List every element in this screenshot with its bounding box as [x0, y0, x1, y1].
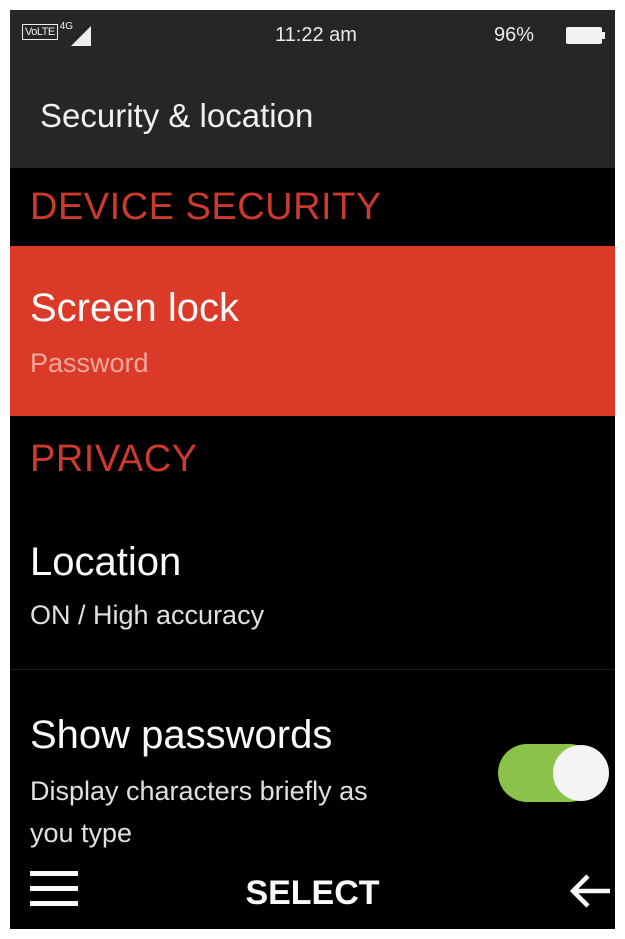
- toggle-thumb: [553, 745, 609, 801]
- battery-tip: [602, 32, 605, 39]
- screen-lock-subtitle: Password: [30, 348, 149, 378]
- select-softkey[interactable]: SELECT: [10, 874, 615, 913]
- location-title: Location: [30, 540, 182, 584]
- page-title: Security & location: [40, 97, 314, 134]
- section-header-privacy: PRIVACY: [10, 416, 615, 492]
- soft-key-bar: SELECT: [10, 857, 615, 929]
- show-passwords-subtitle-line1: Display characters briefly as: [30, 776, 368, 806]
- network-indicators: VoLTE 4G: [22, 21, 92, 46]
- show-passwords-toggle[interactable]: [498, 744, 615, 802]
- section-header-device-security: DEVICE SECURITY: [10, 168, 615, 246]
- back-arrow-icon[interactable]: [568, 873, 612, 909]
- section-label-privacy: PRIVACY: [30, 438, 198, 480]
- list-item-location[interactable]: Location ON / High accuracy: [10, 492, 615, 669]
- list-item-screen-lock[interactable]: Screen lock Password: [10, 246, 615, 416]
- show-passwords-subtitle-line2: you type: [30, 818, 133, 848]
- screen-lock-title: Screen lock: [30, 286, 239, 330]
- status-bar: VoLTE 4G 11:22 am 96%: [10, 10, 615, 65]
- volte-badge: VoLTE: [22, 24, 58, 40]
- app-header: Security & location: [10, 65, 615, 168]
- show-passwords-title: Show passwords: [30, 713, 333, 757]
- battery-percentage: 96%: [494, 24, 535, 46]
- status-time: 11:22 am: [275, 24, 357, 46]
- phone-screen: VoLTE 4G 11:22 am 96% Security & locatio…: [10, 10, 615, 929]
- location-subtitle: ON / High accuracy: [30, 600, 265, 630]
- section-label-device-security: DEVICE SECURITY: [30, 186, 382, 228]
- battery-icon: [566, 27, 602, 44]
- signal-icon: [71, 26, 92, 46]
- device-frame: VoLTE 4G 11:22 am 96% Security & locatio…: [0, 0, 625, 939]
